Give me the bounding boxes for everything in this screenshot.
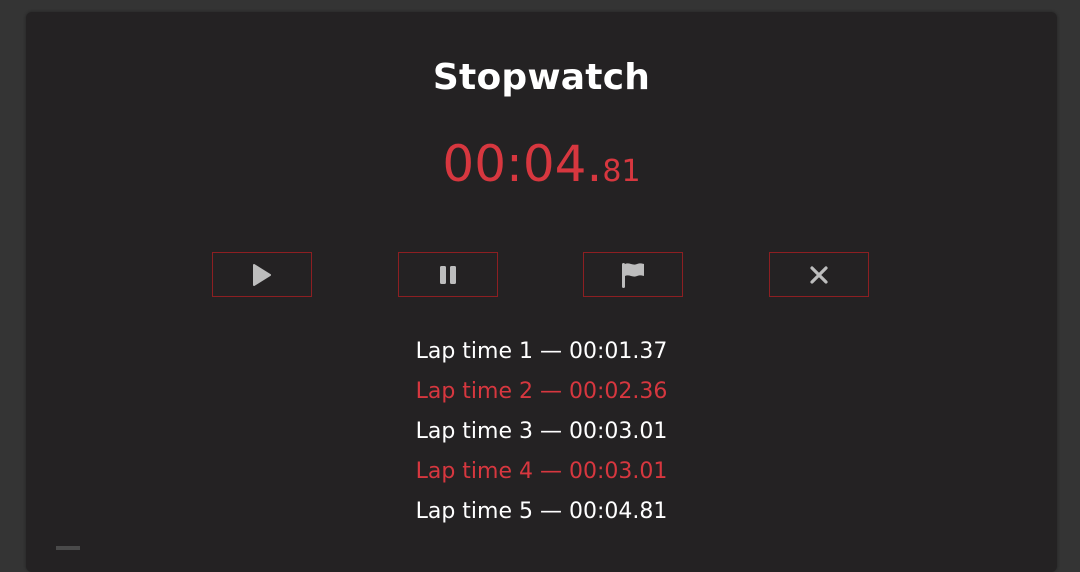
flag-icon (622, 262, 644, 288)
reset-button[interactable] (769, 252, 869, 297)
pause-icon (440, 265, 456, 284)
lap-button[interactable] (583, 252, 683, 297)
lap-item: Lap time 2 — 00:02.36 (415, 379, 668, 404)
lap-item: Lap time 3 — 00:03.01 (415, 419, 668, 444)
close-icon (810, 265, 828, 284)
timer-main: 00:04. (442, 135, 603, 193)
lap-item: Lap time 5 — 00:04.81 (415, 499, 668, 524)
timer-display: 00:04.81 (26, 134, 1057, 202)
stopwatch-card: Stopwatch 00:04.81 Lap time 1 — 00:01.37… (26, 12, 1057, 572)
lap-item: Lap time 1 — 00:01.37 (415, 339, 668, 364)
pause-button[interactable] (398, 252, 498, 297)
lap-item: Lap time 4 — 00:03.01 (415, 459, 668, 484)
play-icon (253, 263, 271, 286)
start-button[interactable] (212, 252, 312, 297)
scroll-indicator (56, 546, 80, 550)
page-title: Stopwatch (432, 57, 651, 98)
lap-list: Lap time 1 — 00:01.37 Lap time 2 — 00:02… (26, 332, 1057, 532)
controls-bar (26, 252, 1057, 300)
timer-fraction: 81 (602, 154, 641, 189)
